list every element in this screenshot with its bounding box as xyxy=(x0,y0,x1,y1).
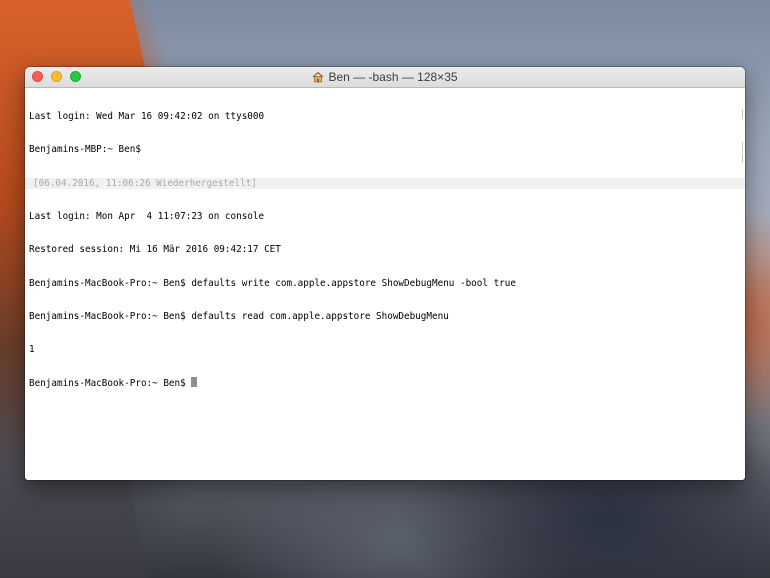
terminal-window[interactable]: Ben — -bash — 128×35 Last login: Wed Mar… xyxy=(25,67,745,480)
terminal-line: Last login: Mon Apr 4 11:07:23 on consol… xyxy=(29,211,265,223)
terminal-line: Benjamins-MacBook-Pro:~ Ben$ defaults re… xyxy=(29,310,449,322)
line-wrap-marker xyxy=(742,142,743,152)
terminal-line: 1 xyxy=(29,344,35,356)
prompt-text: Benjamins-MacBook-Pro:~ Ben$ xyxy=(29,378,192,390)
terminal-line: Benjamins-MacBook-Pro:~ Ben$ defaults wr… xyxy=(29,277,516,289)
text-cursor xyxy=(191,377,198,388)
home-icon xyxy=(313,71,324,83)
terminal-line: Restored session: Mi 16 Mär 2016 09:42:1… xyxy=(29,244,281,256)
restored-session-marker: [06.04.2016, 11:06:26 Wiederhergestellt] xyxy=(25,177,745,189)
prompt-line[interactable]: Benjamins-MacBook-Pro:~ Ben$ xyxy=(29,377,741,390)
terminal-output[interactable]: Last login: Wed Mar 16 09:42:02 on ttys0… xyxy=(25,88,745,411)
window-title: Ben — -bash — 128×35 xyxy=(25,70,745,84)
line-wrap-marker xyxy=(742,153,743,163)
window-title-text: Ben — -bash — 128×35 xyxy=(328,70,458,84)
title-bar[interactable]: Ben — -bash — 128×35 xyxy=(25,67,745,88)
terminal-line: Last login: Wed Mar 16 09:42:02 on ttys0… xyxy=(29,111,265,123)
terminal-line: Benjamins-MBP:~ Ben$ xyxy=(29,144,141,156)
restored-marker-edge xyxy=(742,109,743,119)
